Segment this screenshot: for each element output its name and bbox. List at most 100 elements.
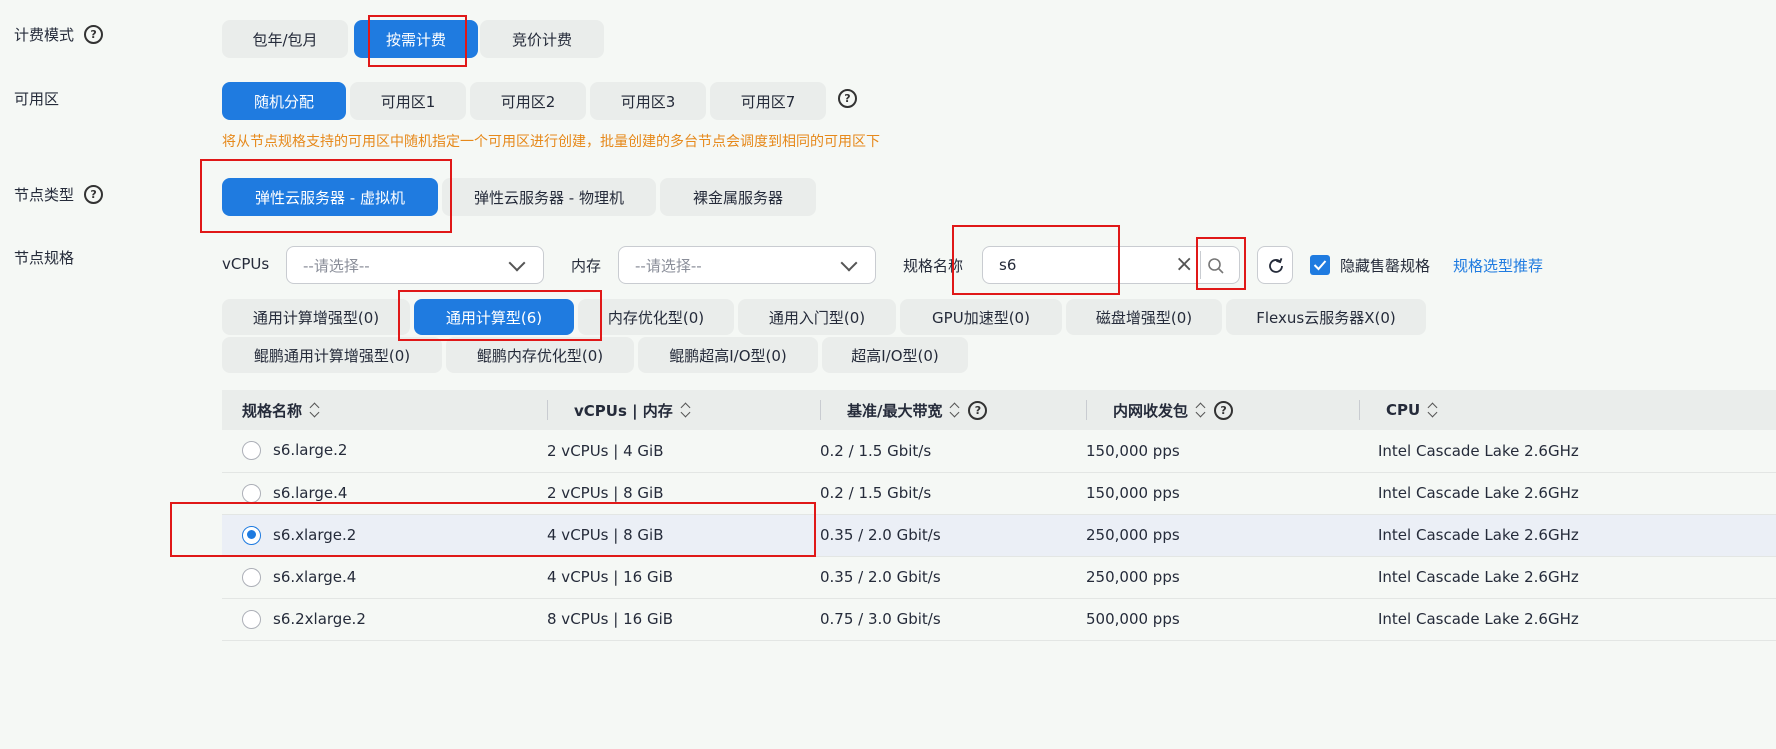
spec-name-value: s6 bbox=[999, 256, 1017, 274]
chevron-down-icon bbox=[840, 254, 858, 272]
memory-select-value: --请选择-- bbox=[635, 256, 702, 275]
spec-name-input[interactable]: s6 × bbox=[982, 246, 1240, 284]
table-cell: s6.xlarge.4 bbox=[222, 556, 547, 599]
table-row-selected[interactable]: s6.xlarge.2 4 vCPUs | 8 GiB 0.35 / 2.0 G… bbox=[222, 514, 1776, 557]
column-divider bbox=[547, 400, 548, 420]
tab-flexus[interactable]: Flexus云服务器X(0) bbox=[1226, 299, 1426, 335]
hide-sold-out-checkbox[interactable] bbox=[1310, 255, 1330, 275]
table-cell: 4 vCPUs | 8 GiB bbox=[547, 514, 820, 557]
table-cell: 500,000 pps bbox=[1086, 598, 1359, 641]
help-icon[interactable]: ? bbox=[968, 400, 988, 420]
sort-icon[interactable] bbox=[1428, 403, 1438, 417]
az-label-row: 可用区 bbox=[14, 88, 59, 109]
help-icon[interactable]: ? bbox=[84, 185, 104, 204]
az-option-3[interactable]: 可用区3 bbox=[590, 82, 706, 120]
az-option-7[interactable]: 可用区7 bbox=[710, 82, 826, 120]
table-cell-value: s6.2xlarge.2 bbox=[273, 609, 366, 628]
row-radio-selected[interactable] bbox=[242, 525, 261, 545]
spec-table: 规格名称 vCPUs | 内存 基准/最大带宽? 内网收发包? CPU s6.l… bbox=[222, 390, 1776, 641]
tab-general-enhanced[interactable]: 通用计算增强型(0) bbox=[222, 299, 410, 335]
table-cell: 250,000 pps bbox=[1086, 556, 1359, 599]
column-divider bbox=[820, 400, 821, 420]
az-option-random[interactable]: 随机分配 bbox=[222, 82, 346, 120]
chevron-down-icon bbox=[508, 254, 526, 272]
column-divider bbox=[1086, 400, 1087, 420]
tab-general-compute[interactable]: 通用计算型(6) bbox=[414, 299, 574, 335]
sort-icon[interactable] bbox=[950, 403, 960, 417]
billing-option-spot[interactable]: 竞价计费 bbox=[480, 20, 604, 58]
node-type-physical[interactable]: 弹性云服务器 - 物理机 bbox=[442, 178, 656, 216]
tab-gpu[interactable]: GPU加速型(0) bbox=[900, 299, 1062, 335]
sort-icon[interactable] bbox=[310, 403, 320, 417]
table-cell: 0.35 / 2.0 Gbit/s bbox=[820, 514, 1086, 557]
table-cell: 0.35 / 2.0 Gbit/s bbox=[820, 556, 1086, 599]
table-row[interactable]: s6.large.2 2 vCPUs | 4 GiB 0.2 / 1.5 Gbi… bbox=[222, 430, 1776, 473]
check-icon bbox=[1313, 260, 1327, 271]
table-cell: 0.2 / 1.5 Gbit/s bbox=[820, 472, 1086, 515]
row-radio[interactable] bbox=[242, 441, 261, 461]
row-radio[interactable] bbox=[242, 483, 261, 503]
table-cell: s6.xlarge.2 bbox=[222, 514, 547, 557]
node-type-baremetal[interactable]: 裸金属服务器 bbox=[660, 178, 816, 216]
col-pps[interactable]: 内网收发包? bbox=[1086, 390, 1359, 430]
table-cell: 0.2 / 1.5 Gbit/s bbox=[820, 430, 1086, 473]
table-row[interactable]: s6.2xlarge.2 8 vCPUs | 16 GiB 0.75 / 3.0… bbox=[222, 598, 1776, 641]
tab-kunpeng-memory[interactable]: 鲲鹏内存优化型(0) bbox=[446, 337, 634, 373]
search-icon[interactable] bbox=[1207, 257, 1225, 275]
help-icon[interactable]: ? bbox=[838, 89, 857, 108]
az-option-1[interactable]: 可用区1 bbox=[350, 82, 466, 120]
row-radio[interactable] bbox=[242, 567, 261, 587]
col-spec-name[interactable]: 规格名称 bbox=[222, 390, 547, 430]
tab-kunpeng-high-io[interactable]: 鲲鹏超高I/O型(0) bbox=[638, 337, 818, 373]
vcpus-select[interactable]: --请选择-- bbox=[286, 246, 544, 284]
vcpus-label: vCPUs bbox=[222, 255, 270, 273]
sort-icon[interactable] bbox=[681, 403, 691, 417]
col-vcpus-memory[interactable]: vCPUs | 内存 bbox=[547, 390, 820, 430]
help-icon[interactable]: ? bbox=[1214, 400, 1234, 420]
col-bandwidth[interactable]: 基准/最大带宽? bbox=[820, 390, 1086, 430]
refresh-icon bbox=[1269, 258, 1283, 273]
spec-label-row: 节点规格 bbox=[14, 247, 74, 268]
tab-kunpeng-general-enhanced[interactable]: 鲲鹏通用计算增强型(0) bbox=[222, 337, 442, 373]
sort-icon[interactable] bbox=[1196, 403, 1206, 417]
table-cell: s6.large.2 bbox=[222, 430, 547, 473]
billing-option-yearly[interactable]: 包年/包月 bbox=[222, 20, 348, 58]
col-header-label: 内网收发包 bbox=[1113, 401, 1189, 420]
node-type-vm[interactable]: 弹性云服务器 - 虚拟机 bbox=[222, 178, 438, 216]
billing-option-ondemand[interactable]: 按需计费 bbox=[354, 20, 478, 58]
table-cell: 4 vCPUs | 16 GiB bbox=[547, 556, 820, 599]
billing-label: 计费模式 bbox=[14, 26, 75, 44]
table-cell: 150,000 pps bbox=[1086, 472, 1359, 515]
table-row[interactable]: s6.xlarge.4 4 vCPUs | 16 GiB 0.35 / 2.0 … bbox=[222, 556, 1776, 599]
refresh-button[interactable] bbox=[1257, 246, 1293, 284]
tab-high-io[interactable]: 超高I/O型(0) bbox=[822, 337, 968, 373]
az-label: 可用区 bbox=[14, 90, 60, 108]
table-header-row: 规格名称 vCPUs | 内存 基准/最大带宽? 内网收发包? CPU bbox=[222, 390, 1776, 430]
memory-label: 内存 bbox=[571, 257, 602, 275]
table-cell: Intel Cascade Lake 2.6GHz bbox=[1359, 472, 1776, 515]
table-cell: 250,000 pps bbox=[1086, 514, 1359, 557]
clear-icon[interactable]: × bbox=[1175, 252, 1193, 277]
tab-general-entry[interactable]: 通用入门型(0) bbox=[738, 299, 896, 335]
col-header-label: 基准/最大带宽 bbox=[847, 401, 943, 420]
table-row[interactable]: s6.large.4 2 vCPUs | 8 GiB 0.2 / 1.5 Gbi… bbox=[222, 472, 1776, 515]
table-cell: s6.2xlarge.2 bbox=[222, 598, 547, 641]
table-cell: Intel Cascade Lake 2.6GHz bbox=[1359, 514, 1776, 557]
spec-name-label: 规格名称 bbox=[903, 257, 964, 275]
help-icon[interactable]: ? bbox=[84, 25, 104, 44]
spec-label: 节点规格 bbox=[14, 249, 75, 267]
table-cell-value: s6.large.4 bbox=[273, 483, 348, 502]
col-cpu[interactable]: CPU bbox=[1359, 390, 1776, 430]
tab-disk-enhanced[interactable]: 磁盘增强型(0) bbox=[1066, 299, 1222, 335]
row-radio[interactable] bbox=[242, 609, 261, 629]
table-cell: 8 vCPUs | 16 GiB bbox=[547, 598, 820, 641]
memory-select[interactable]: --请选择-- bbox=[618, 246, 876, 284]
az-hint: 将从节点规格支持的可用区中随机指定一个可用区进行创建，批量创建的多台节点会调度到… bbox=[222, 134, 880, 150]
hide-sold-out-label: 隐藏售罄规格 bbox=[1340, 257, 1431, 275]
spec-recommend-link[interactable]: 规格选型推荐 bbox=[1453, 255, 1543, 276]
table-cell: 2 vCPUs | 4 GiB bbox=[547, 430, 820, 473]
table-cell-value: s6.xlarge.2 bbox=[273, 525, 357, 544]
az-option-2[interactable]: 可用区2 bbox=[470, 82, 586, 120]
tab-memory-optimized[interactable]: 内存优化型(0) bbox=[578, 299, 734, 335]
table-cell-value: s6.xlarge.4 bbox=[273, 567, 357, 586]
